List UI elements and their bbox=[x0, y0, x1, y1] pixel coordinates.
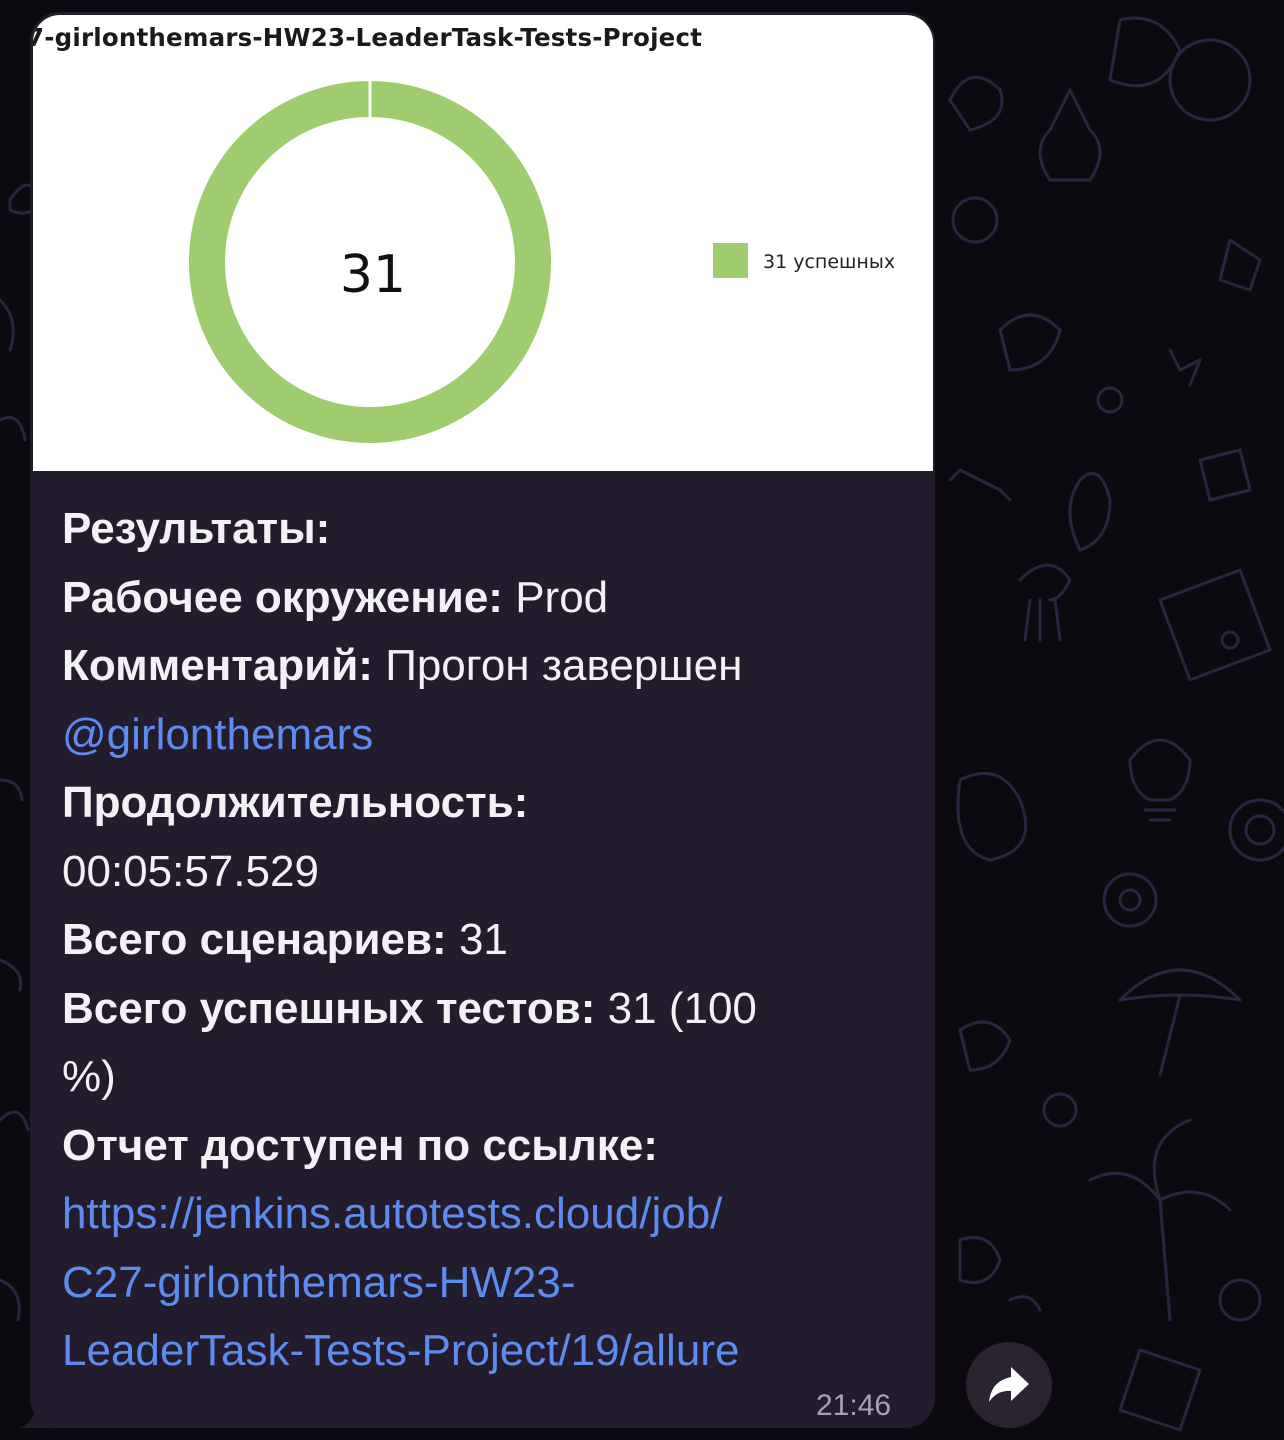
results-label: Результаты: bbox=[62, 504, 331, 553]
passed-label: Всего успешных тестов: bbox=[62, 983, 596, 1033]
mention-link[interactable]: @girlonthemars bbox=[62, 710, 373, 759]
donut-center-label: 31 bbox=[340, 245, 406, 305]
duration-label: Продолжительность: bbox=[62, 778, 529, 827]
preview-title: 7-girlonthemars-HW23-LeaderTask-Tests-Pr… bbox=[33, 23, 703, 52]
donut-chart: 31 bbox=[189, 77, 551, 443]
report-link-line-2[interactable]: C27-girlonthemars-HW23- bbox=[62, 1258, 575, 1307]
message-text: Результаты: Рабочее окружение: Prod Комм… bbox=[62, 495, 882, 1386]
message-time: 21:46 bbox=[816, 1389, 892, 1422]
legend-swatch bbox=[713, 243, 748, 278]
passed-value-end: %) bbox=[62, 1052, 116, 1101]
scenarios-value: 31 bbox=[458, 915, 508, 964]
env-value: Prod bbox=[515, 572, 609, 622]
scenarios-label: Всего сценариев: bbox=[62, 915, 447, 964]
report-label: Отчет доступен по ссылке: bbox=[62, 1120, 658, 1170]
comment-label: Комментарий: bbox=[62, 641, 373, 690]
comment-value: Прогон завершен bbox=[385, 641, 743, 690]
report-link-line-1[interactable]: https://jenkins.autotests.cloud/job/ bbox=[62, 1189, 722, 1238]
report-link-line-3[interactable]: LeaderTask-Tests-Project/19/allure bbox=[62, 1326, 739, 1375]
duration-value: 00:05:57.529 bbox=[62, 846, 319, 896]
share-button[interactable] bbox=[966, 1342, 1052, 1428]
passed-value: 31 (100 bbox=[607, 983, 757, 1033]
share-arrow-icon bbox=[989, 1367, 1029, 1402]
message-bubble[interactable]: 7-girlonthemars-HW23-LeaderTask-Tests-Pr… bbox=[30, 12, 935, 1428]
legend-label: 31 успешных bbox=[763, 251, 896, 273]
env-label: Рабочее окружение: bbox=[62, 572, 503, 622]
report-preview-image[interactable]: 7-girlonthemars-HW23-LeaderTask-Tests-Pr… bbox=[33, 15, 933, 471]
